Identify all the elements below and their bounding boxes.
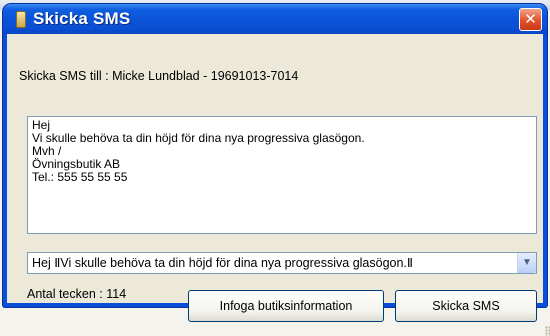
chevron-down-icon[interactable]: ▼ bbox=[517, 253, 536, 273]
close-button[interactable]: ✕ bbox=[519, 8, 542, 31]
dialog-body: Skicka SMS till : Micke Lundblad - 19691… bbox=[7, 34, 550, 336]
sms-dialog-window: Skicka SMS ✕ Skicka SMS till : Micke Lun… bbox=[3, 4, 550, 336]
window-title: Skicka SMS bbox=[33, 9, 131, 28]
resize-grip[interactable] bbox=[545, 326, 550, 336]
insert-store-info-button[interactable]: Infoga butiksinformation bbox=[188, 290, 384, 322]
character-count: Antal tecken : 114 bbox=[27, 287, 127, 301]
titlebar[interactable]: Skicka SMS ✕ bbox=[3, 4, 547, 34]
close-icon: ✕ bbox=[524, 11, 537, 28]
recipient-label: Skicka SMS till : Micke Lundblad - 19691… bbox=[19, 69, 299, 83]
template-dropdown-value: Hej ⅡVi skulle behöva ta din höjd för di… bbox=[32, 256, 414, 270]
send-sms-button[interactable]: Skicka SMS bbox=[395, 290, 537, 322]
message-line: Tel.: 555 55 55 55 bbox=[32, 170, 128, 184]
message-textarea[interactable]: Hej Vi skulle behöva ta din höjd för din… bbox=[27, 116, 537, 234]
app-icon bbox=[16, 11, 26, 28]
message-line: Vi skulle behöva ta din höjd för dina ny… bbox=[32, 131, 365, 145]
template-dropdown[interactable]: Hej ⅡVi skulle behöva ta din höjd för di… bbox=[27, 252, 537, 274]
